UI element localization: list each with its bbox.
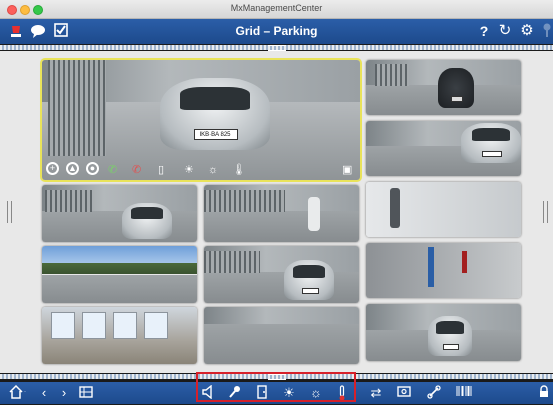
camera-view-r5[interactable] bbox=[366, 304, 521, 361]
camera-grid: IKB·BA 825 + ▲ ● ✆ ✆ ▯ ☀ ☼ 🌡 ▣ bbox=[0, 51, 553, 373]
highlighted-device-controls bbox=[196, 372, 356, 402]
camera-view-l1[interactable] bbox=[42, 185, 197, 242]
focus-mountain-icon[interactable]: ▲ bbox=[66, 162, 79, 175]
camera-view-m1[interactable] bbox=[204, 185, 359, 242]
forward-icon[interactable]: › bbox=[56, 385, 72, 401]
help-icon[interactable]: ? bbox=[476, 23, 492, 39]
device-icon[interactable]: ▣ bbox=[342, 163, 352, 176]
camera-view-l3[interactable] bbox=[42, 307, 197, 364]
home-icon[interactable]: · bbox=[8, 384, 26, 401]
refresh-icon[interactable]: ↻ bbox=[497, 23, 513, 39]
layout-icon[interactable] bbox=[78, 385, 94, 401]
snapshot-icon[interactable] bbox=[396, 385, 412, 401]
lock-icon[interactable] bbox=[536, 385, 552, 401]
license-plate: IKB·BA 825 bbox=[199, 132, 231, 139]
camera-view-r2[interactable] bbox=[366, 121, 521, 176]
phone-accept-icon[interactable]: ✆ bbox=[108, 163, 117, 176]
back-icon[interactable]: ‹ bbox=[36, 385, 52, 401]
iris-icon[interactable]: ● bbox=[86, 162, 99, 175]
top-resize-stripe[interactable] bbox=[0, 45, 553, 51]
camera-view-r3[interactable] bbox=[366, 182, 521, 237]
barcode-icon[interactable] bbox=[456, 385, 472, 401]
pin-icon[interactable] bbox=[539, 23, 553, 39]
thermometer-icon[interactable]: 🌡 bbox=[232, 163, 246, 176]
left-panel-handle[interactable] bbox=[7, 201, 12, 223]
light-off-icon[interactable]: ☼ bbox=[208, 164, 218, 176]
camera-view-m3[interactable] bbox=[204, 307, 359, 364]
settings-icon[interactable]: ⚙ bbox=[519, 23, 535, 39]
camera-control-bar: + ▲ ● ✆ ✆ ▯ ☀ ☼ 🌡 ▣ bbox=[42, 156, 360, 180]
zoom-in-icon[interactable]: + bbox=[46, 162, 59, 175]
camera-view-m2[interactable] bbox=[204, 246, 359, 303]
page-title: Grid – Parking bbox=[235, 24, 318, 38]
swap-icon[interactable]: ⇄ bbox=[368, 385, 384, 401]
window-title: MxManagementCenter bbox=[230, 3, 323, 13]
camera-view-main[interactable]: IKB·BA 825 + ▲ ● ✆ ✆ ▯ ☀ ☼ 🌡 ▣ bbox=[40, 58, 362, 182]
link-icon[interactable] bbox=[426, 385, 442, 401]
phone-hangup-icon[interactable]: ✆ bbox=[132, 163, 141, 176]
window-titlebar: MxManagementCenter bbox=[0, 0, 553, 19]
top-toolbar: Grid – Parking ? ↻ ⚙ bbox=[0, 19, 553, 44]
right-panel-handle[interactable] bbox=[543, 201, 548, 223]
camera-view-r4[interactable] bbox=[366, 243, 521, 298]
door-icon[interactable]: ▯ bbox=[158, 163, 164, 176]
camera-view-l2[interactable] bbox=[42, 246, 197, 303]
camera-view-r1[interactable] bbox=[366, 60, 521, 115]
light-on-icon[interactable]: ☀ bbox=[184, 163, 194, 176]
